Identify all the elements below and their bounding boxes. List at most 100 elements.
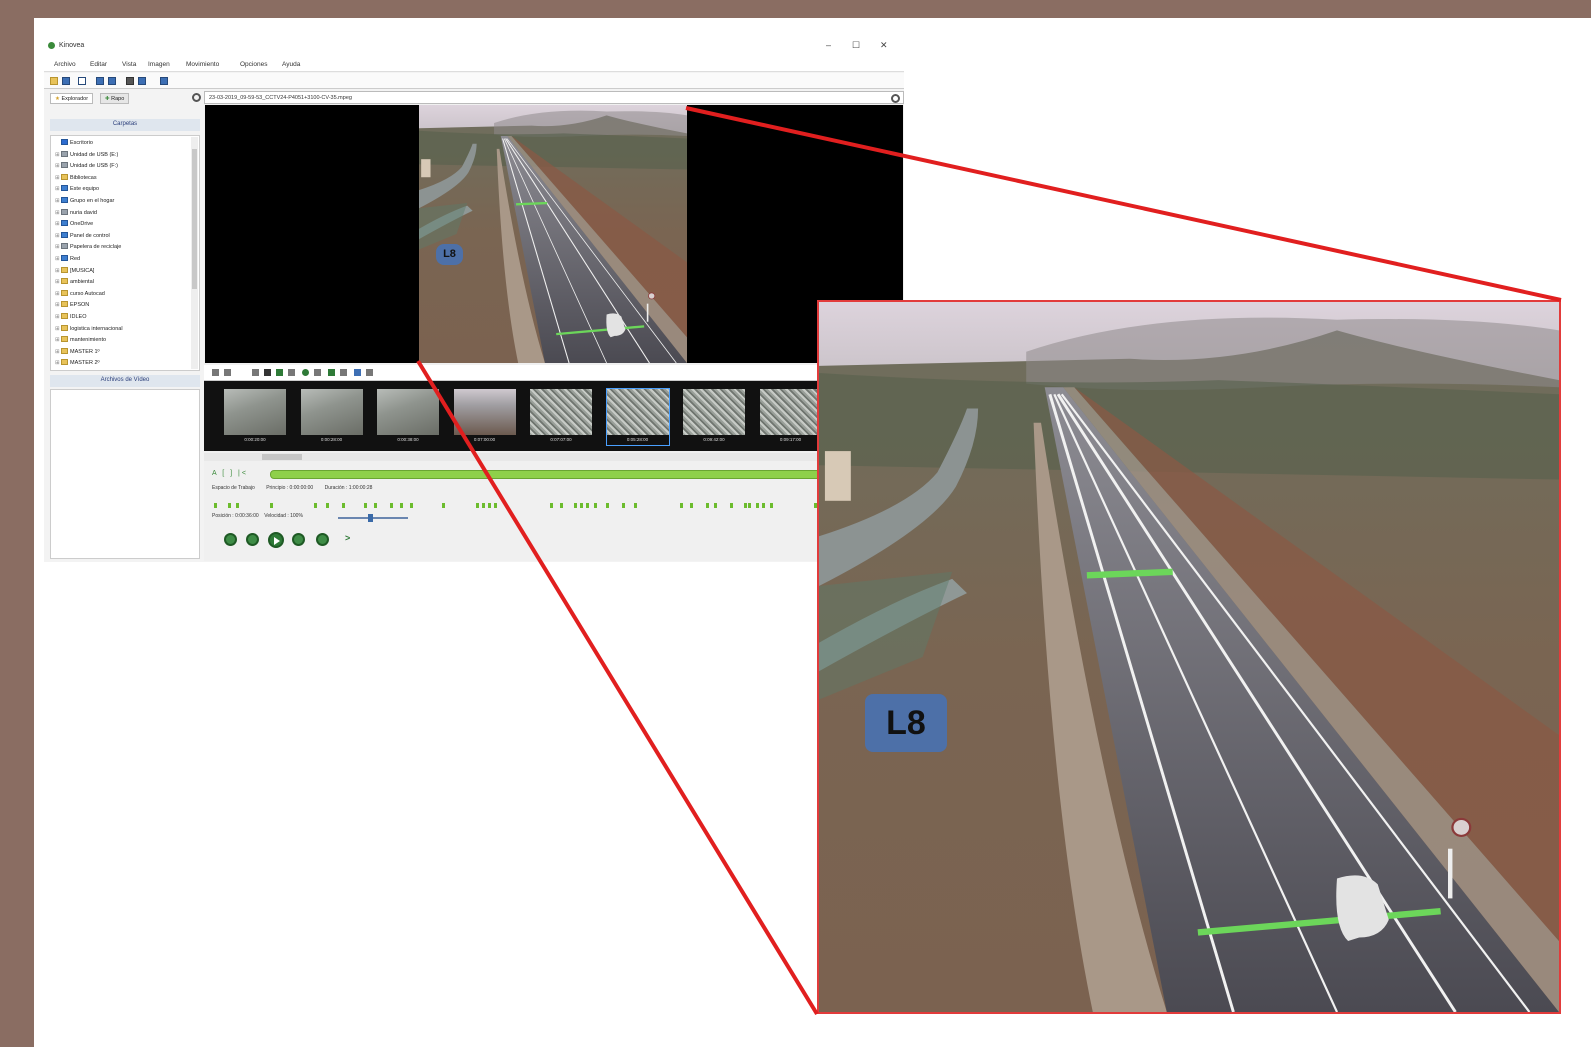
tree-item[interactable]: ⊞ [MUSICA]: [55, 266, 94, 277]
keyframe-mark[interactable]: [476, 503, 479, 508]
video-frame[interactable]: L8: [419, 105, 687, 363]
speed-slider[interactable]: [338, 514, 408, 522]
keyframe-mark[interactable]: [390, 503, 393, 508]
tree-item[interactable]: ⊞ Red: [55, 255, 80, 265]
pencil-icon[interactable]: [276, 369, 283, 376]
end-marker[interactable]: >: [345, 533, 350, 543]
line-tool-icon[interactable]: [288, 369, 295, 376]
capture-icon[interactable]: [126, 77, 134, 85]
close-video-icon[interactable]: [891, 94, 900, 103]
keyframe-mark[interactable]: [410, 503, 413, 508]
minimize-button[interactable]: –: [826, 40, 831, 50]
close-button[interactable]: ✕: [880, 40, 888, 50]
tab-rapo[interactable]: ✚ Rapo: [100, 93, 130, 104]
first-frame-button[interactable]: [224, 533, 237, 546]
keyframe-mark[interactable]: [586, 503, 589, 508]
circle-tool-icon[interactable]: [302, 369, 309, 376]
keyframe-mark[interactable]: [270, 503, 273, 508]
keyframe-mark[interactable]: [574, 503, 577, 508]
keyframe-mark[interactable]: [770, 503, 773, 508]
menu-imagen[interactable]: Imagen: [148, 61, 170, 68]
keyframe-mark[interactable]: [680, 503, 683, 508]
key-image-icon[interactable]: [212, 369, 219, 376]
folder-tree[interactable]: Escritorio ⊞ Unidad de USB (E:) ⊞ Unidad de …: [50, 135, 200, 371]
keyframe-mark[interactable]: [756, 503, 759, 508]
tree-item[interactable]: ⊞ Este equipo: [55, 185, 99, 195]
magnifier-icon[interactable]: [354, 369, 361, 376]
tree-item[interactable]: ⊞ OneDrive: [55, 220, 93, 230]
filmstrip-thumbnail[interactable]: 0:00:20:00: [224, 389, 286, 445]
keyframe-mark[interactable]: [606, 503, 609, 508]
single-view-icon[interactable]: [96, 77, 104, 85]
keyframe-mark[interactable]: [748, 503, 751, 508]
tree-item[interactable]: ⊞ curso Autocad: [55, 289, 105, 300]
filmstrip-thumbnail[interactable]: 0:09:42:00: [683, 389, 745, 445]
keyframe-mark[interactable]: [494, 503, 497, 508]
keyframe-mark[interactable]: [482, 503, 485, 508]
menu-archivo[interactable]: Archivo: [54, 61, 76, 68]
tree-item[interactable]: ⊞ EPSON: [55, 301, 89, 311]
keyframe-mark[interactable]: [374, 503, 377, 508]
play-button[interactable]: [268, 532, 284, 548]
tree-item[interactable]: ⊞ MASTER 1º: [55, 347, 100, 358]
menu-vista[interactable]: Vista: [122, 61, 136, 68]
maximize-button[interactable]: ☐: [852, 40, 860, 50]
tree-item[interactable]: ⊞ IDLEO: [55, 313, 87, 323]
chevron-down-icon[interactable]: [314, 369, 321, 376]
tree-item[interactable]: ⊞ Grupo en el hogar: [55, 197, 114, 207]
keyframe-mark[interactable]: [744, 503, 747, 508]
new-window-icon[interactable]: [78, 77, 86, 85]
speed-slider-knob[interactable]: [367, 514, 373, 522]
keyframe-mark[interactable]: [690, 503, 693, 508]
tree-item[interactable]: ⊞ Papelera de reciclaje: [55, 243, 121, 253]
tree-item[interactable]: Escritorio: [55, 139, 93, 149]
keyframe-mark[interactable]: [214, 503, 217, 508]
keyframe-mark[interactable]: [236, 503, 239, 508]
keyframe-mark[interactable]: [730, 503, 733, 508]
filmstrip-scrollbar-thumb[interactable]: [262, 454, 302, 460]
keyframe-mark[interactable]: [364, 503, 367, 508]
tree-item[interactable]: ⊞ Bibliotecas: [55, 173, 97, 184]
tree-item[interactable]: ⊞ MASTER 2º: [55, 359, 100, 369]
filmstrip-thumbnail[interactable]: 0:07:07:00: [530, 389, 592, 445]
keyframe-mark[interactable]: [706, 503, 709, 508]
keyframe-mark[interactable]: [594, 503, 597, 508]
filmstrip-thumbnail[interactable]: 0:07:00:00: [453, 389, 516, 445]
filmstrip-thumbnail[interactable]: 0:05:28:00: [605, 388, 670, 446]
tab-explorador[interactable]: ★ Explorador: [50, 93, 94, 104]
keyframe-mark[interactable]: [634, 503, 637, 508]
keyframe-mark[interactable]: [342, 503, 345, 508]
last-frame-button[interactable]: [316, 533, 329, 546]
working-zone-controls[interactable]: A [ ] |<: [212, 470, 248, 477]
dual-view-icon[interactable]: [108, 77, 116, 85]
video-files-list[interactable]: [50, 389, 200, 559]
filmstrip-thumbnail[interactable]: 0:00:38:00: [377, 389, 439, 445]
keyframe-mark[interactable]: [622, 503, 625, 508]
timeline-bar[interactable]: [270, 470, 904, 479]
tree-item[interactable]: ⊞ Panel de control: [55, 231, 110, 242]
keyframe-mark[interactable]: [326, 503, 329, 508]
tree-item[interactable]: ⊞ logistica internacional: [55, 324, 123, 335]
arrow-tool-icon[interactable]: [328, 369, 335, 376]
keyframe-mark[interactable]: [488, 503, 491, 508]
keyframe-mark[interactable]: [442, 503, 445, 508]
keyframe-mark[interactable]: [314, 503, 317, 508]
tree-item[interactable]: ⊞ Unidad de USB (E:): [55, 150, 118, 161]
tree-scrollbar[interactable]: [191, 137, 198, 369]
filmstrip-thumbnail[interactable]: 0:09:17:00: [759, 389, 822, 445]
tree-item[interactable]: ⊞ mantenimiento: [55, 336, 106, 346]
comment-icon[interactable]: [224, 369, 231, 376]
keyframe-mark[interactable]: [580, 503, 583, 508]
keyframe-mark[interactable]: [714, 503, 717, 508]
keyframe-mark[interactable]: [560, 503, 563, 508]
pointer-icon[interactable]: [252, 369, 259, 376]
keyframe-mark[interactable]: [550, 503, 553, 508]
keyframe-mark[interactable]: [762, 503, 765, 508]
next-frame-button[interactable]: [292, 533, 305, 546]
chrono-icon[interactable]: [340, 369, 347, 376]
tree-item[interactable]: ⊞ ambiental: [55, 278, 94, 288]
tree-item[interactable]: ⊞ nuria david: [55, 208, 97, 219]
text-tool-icon[interactable]: [264, 369, 271, 376]
save-icon[interactable]: [62, 77, 70, 85]
menu-ayuda[interactable]: Ayuda: [282, 61, 300, 68]
